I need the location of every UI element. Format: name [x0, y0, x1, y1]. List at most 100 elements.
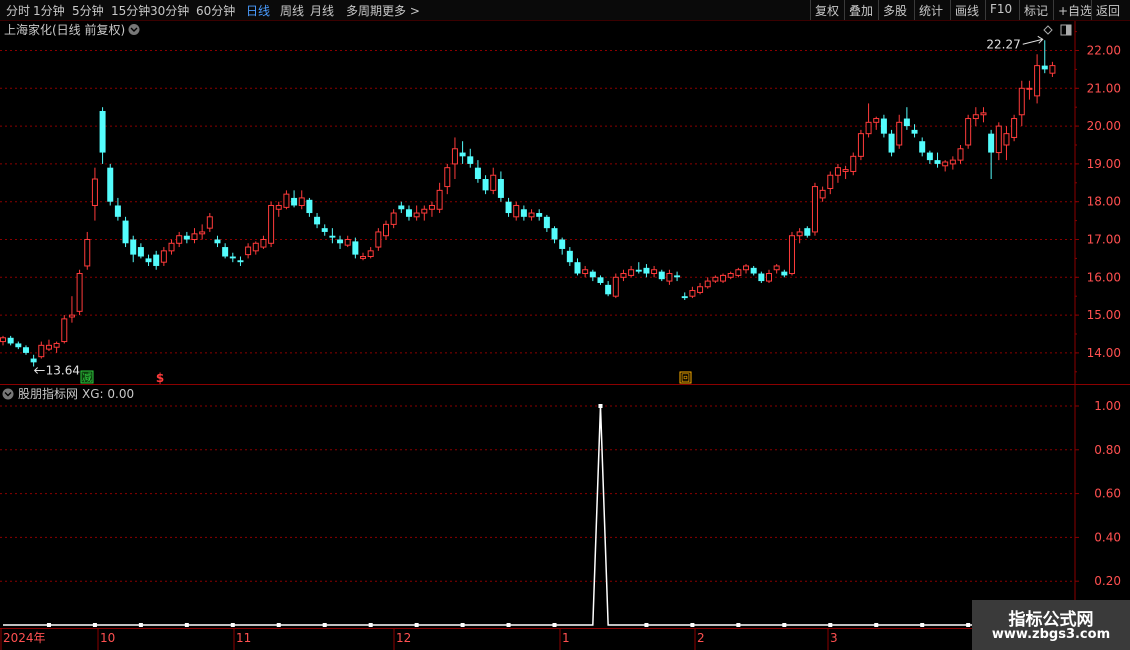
candle: [291, 190, 298, 208]
candle: [505, 197, 512, 217]
candle: [666, 269, 673, 285]
xg-point: [874, 623, 879, 627]
indicator-collapse-icon: [2, 388, 14, 400]
main-panel-title: 上海家化(日线 前复权): [4, 22, 125, 37]
price-tick-label: 21.00: [1087, 81, 1121, 95]
candle: [988, 129, 995, 180]
candle: [766, 269, 772, 283]
candle-body: [321, 228, 328, 232]
candle-body: [53, 342, 60, 348]
candle: [903, 107, 910, 130]
candle: [865, 103, 872, 138]
xg-point: [460, 623, 465, 627]
candle-body: [390, 212, 397, 225]
candle-body: [375, 231, 382, 248]
candle-body: [857, 133, 864, 157]
candle-body: [1049, 65, 1056, 74]
candle: [237, 256, 244, 266]
candle: [926, 150, 933, 164]
candle-body: [451, 148, 458, 165]
price-tick-label: 19.00: [1087, 157, 1121, 171]
candle: [413, 205, 420, 221]
candle-body: [15, 343, 22, 348]
candle-body: [199, 231, 206, 235]
candle-body: [268, 204, 275, 244]
candle-body: [788, 235, 795, 275]
candle-body: [873, 118, 880, 123]
candle: [61, 315, 68, 344]
candle-body: [229, 256, 236, 259]
price-tick-label: 16.00: [1087, 270, 1121, 284]
candle-body: [827, 174, 834, 189]
candle: [658, 269, 665, 282]
candle: [306, 197, 313, 217]
candle: [145, 254, 152, 266]
candle: [352, 237, 359, 259]
candle-body: [99, 110, 106, 153]
candle-body: [750, 267, 757, 274]
candle-body: [988, 133, 995, 153]
candle: [99, 107, 106, 164]
indicator-value-label: XG: 0.00: [82, 387, 134, 401]
candle-body: [850, 155, 857, 172]
candle-body: [674, 275, 681, 278]
signal-dollar-label: $: [156, 371, 164, 385]
x-axis-label: 10: [100, 631, 115, 645]
candle: [1041, 40, 1048, 74]
xg-peak-point: [598, 404, 603, 408]
candle: [398, 201, 405, 214]
candle: [76, 269, 83, 316]
xg-point: [322, 623, 327, 627]
candle: [949, 156, 956, 170]
price-tick-label: 15.00: [1087, 308, 1121, 322]
max-arrow-icon: [1022, 35, 1044, 45]
candle-body: [61, 318, 68, 343]
candle-body: [934, 160, 941, 164]
indicator-tick-label: 1.00: [1094, 399, 1121, 413]
candle: [137, 243, 144, 259]
panel-toggle-fill-icon: [1066, 25, 1071, 35]
xg-point: [506, 623, 511, 627]
candle: [168, 239, 175, 255]
candle-body: [497, 179, 504, 198]
candle: [84, 231, 91, 270]
candle: [329, 228, 336, 244]
indicator-panel-title: 股朋指标网: [18, 386, 78, 401]
candle-body: [980, 112, 987, 116]
candle-body: [704, 280, 711, 288]
candle-body: [949, 159, 956, 165]
xg-point: [368, 623, 373, 627]
candle: [796, 228, 803, 244]
candle: [1049, 61, 1056, 77]
candle-body: [283, 193, 290, 208]
candle-body: [888, 133, 895, 153]
candle-body: [482, 179, 489, 191]
candle: [160, 247, 167, 266]
candle-body: [1018, 87, 1025, 116]
candle: [344, 235, 351, 248]
candle: [827, 171, 834, 195]
xg-line: [3, 405, 1053, 626]
candle-body: [222, 247, 229, 257]
candle-body: [383, 223, 389, 237]
candle-body: [582, 269, 589, 275]
candle: [229, 252, 236, 263]
candle-body: [758, 273, 765, 282]
candle-body: [819, 189, 826, 199]
x-axis-label: 2: [697, 631, 705, 645]
candle: [314, 213, 321, 229]
candle-body: [7, 337, 14, 344]
candle: [107, 163, 114, 206]
candle-body: [651, 269, 658, 275]
candle-body: [474, 167, 481, 180]
candle: [375, 228, 382, 251]
candle: [451, 137, 458, 180]
candle-body: [337, 239, 344, 244]
candle-body: [176, 235, 183, 244]
candle-body: [536, 213, 543, 217]
candle-body: [360, 256, 367, 259]
xg-point: [644, 623, 649, 627]
candle-body: [658, 271, 665, 280]
candle: [275, 201, 282, 217]
candle: [957, 145, 964, 164]
